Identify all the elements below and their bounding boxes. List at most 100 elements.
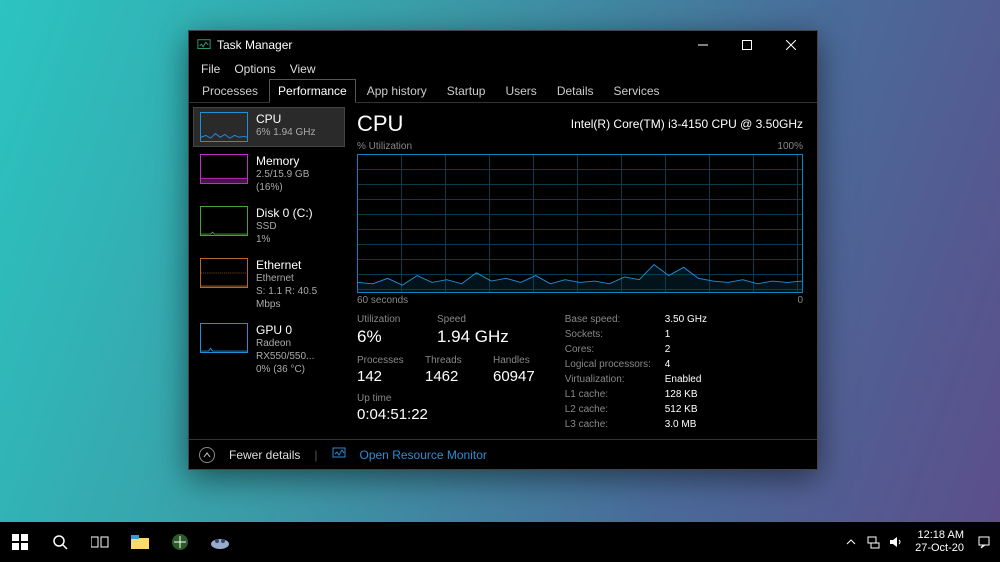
k-l2: L2 cache: xyxy=(565,404,665,416)
tab-bar: Processes Performance App history Startu… xyxy=(189,79,817,103)
k-base-speed: Base speed: xyxy=(565,314,665,326)
sidebar-ethernet-title: Ethernet xyxy=(256,258,338,272)
sidebar-ethernet-sub1: Ethernet xyxy=(256,272,338,285)
perf-main-panel: CPU Intel(R) Core(TM) i3-4150 CPU @ 3.50… xyxy=(349,103,817,439)
fewer-details-link[interactable]: Fewer details xyxy=(229,448,300,462)
sidebar-ethernet-sub2: S: 1.1 R: 40.5 Mbps xyxy=(256,285,338,311)
tab-details[interactable]: Details xyxy=(548,79,603,102)
sidebar-memory-sub: 2.5/15.9 GB (16%) xyxy=(256,168,338,194)
sidebar-item-disk[interactable]: Disk 0 (C:) SSD 1% xyxy=(193,201,345,251)
tab-processes[interactable]: Processes xyxy=(193,79,267,102)
stats-left: Utilization Speed 6% 1.94 GHz Processes … xyxy=(357,314,535,431)
label-handles: Handles xyxy=(493,355,530,366)
perf-sidebar: CPU 6% 1.94 GHz Memory 2.5/15.9 GB (16%) xyxy=(189,103,349,439)
maximize-button[interactable] xyxy=(725,31,769,59)
v-base-speed: 3.50 GHz xyxy=(665,314,707,326)
label-threads: Threads xyxy=(425,355,473,366)
window-title: Task Manager xyxy=(217,38,681,52)
tab-services[interactable]: Services xyxy=(605,79,669,102)
notifications-icon[interactable] xyxy=(976,534,992,550)
tray-overflow-icon[interactable] xyxy=(843,534,859,550)
sidebar-disk-title: Disk 0 (C:) xyxy=(256,206,313,220)
sidebar-gpu-title: GPU 0 xyxy=(256,323,338,337)
taskbar: 12:18 AM 27-Oct-20 xyxy=(0,522,1000,562)
tab-startup[interactable]: Startup xyxy=(438,79,495,102)
close-button[interactable] xyxy=(769,31,813,59)
file-explorer-button[interactable] xyxy=(120,522,160,562)
tab-users[interactable]: Users xyxy=(496,79,545,102)
sidebar-disk-sub2: 1% xyxy=(256,233,313,246)
k-virt: Virtualization: xyxy=(565,374,665,386)
sidebar-item-gpu[interactable]: GPU 0 Radeon RX550/550... 0% (36 °C) xyxy=(193,318,345,381)
value-speed: 1.94 GHz xyxy=(437,327,509,347)
gpu-mini-graph xyxy=(200,323,248,353)
menu-bar: File Options View xyxy=(189,59,817,79)
label-speed: Speed xyxy=(437,314,466,325)
resource-monitor-icon[interactable] xyxy=(332,446,346,463)
axis-top-right: 100% xyxy=(777,141,803,152)
ethernet-mini-graph xyxy=(200,258,248,288)
v-l2: 512 KB xyxy=(665,404,707,416)
axis-top-left: % Utilization xyxy=(357,141,412,152)
disk-mini-graph xyxy=(200,206,248,236)
menu-view[interactable]: View xyxy=(284,60,322,78)
sidebar-memory-title: Memory xyxy=(256,154,338,168)
open-resource-monitor-link[interactable]: Open Resource Monitor xyxy=(360,448,487,462)
cpu-utilization-graph[interactable] xyxy=(357,154,803,293)
start-button[interactable] xyxy=(0,522,40,562)
v-l1: 128 KB xyxy=(665,389,707,401)
app-button-1[interactable] xyxy=(160,522,200,562)
value-utilization: 6% xyxy=(357,327,417,347)
menu-options[interactable]: Options xyxy=(228,60,281,78)
label-processes: Processes xyxy=(357,355,405,366)
main-heading: CPU xyxy=(357,111,403,137)
window-footer: Fewer details | Open Resource Monitor xyxy=(189,439,817,469)
app-button-2[interactable] xyxy=(200,522,240,562)
minimize-button[interactable] xyxy=(681,31,725,59)
separator: | xyxy=(314,448,317,462)
value-threads: 1462 xyxy=(425,368,473,385)
sidebar-gpu-sub2: 0% (36 °C) xyxy=(256,363,338,376)
chevron-up-icon[interactable] xyxy=(199,447,215,463)
app-icon xyxy=(197,38,211,52)
taskbar-date: 27-Oct-20 xyxy=(915,542,964,555)
stats-right: Base speed:3.50 GHz Sockets:1 Cores:2 Lo… xyxy=(565,314,707,431)
sidebar-item-ethernet[interactable]: Ethernet Ethernet S: 1.1 R: 40.5 Mbps xyxy=(193,253,345,316)
sidebar-cpu-title: CPU xyxy=(256,112,315,126)
axis-bottom-right: 0 xyxy=(797,295,803,306)
label-uptime: Up time xyxy=(357,393,391,404)
value-processes: 142 xyxy=(357,368,405,385)
cpu-model-name: Intel(R) Core(TM) i3-4150 CPU @ 3.50GHz xyxy=(571,117,803,131)
taskbar-time: 12:18 AM xyxy=(915,529,964,542)
k-cores: Cores: xyxy=(565,344,665,356)
v-sockets: 1 xyxy=(665,329,707,341)
sidebar-item-memory[interactable]: Memory 2.5/15.9 GB (16%) xyxy=(193,149,345,199)
sidebar-item-cpu[interactable]: CPU 6% 1.94 GHz xyxy=(193,107,345,147)
label-utilization: Utilization xyxy=(357,314,417,325)
v-virt: Enabled xyxy=(665,374,707,386)
taskbar-clock[interactable]: 12:18 AM 27-Oct-20 xyxy=(915,529,964,555)
k-logical: Logical processors: xyxy=(565,359,665,371)
volume-icon[interactable] xyxy=(887,534,903,550)
value-uptime: 0:04:51:22 xyxy=(357,406,428,423)
titlebar[interactable]: Task Manager xyxy=(189,31,817,59)
sidebar-disk-sub1: SSD xyxy=(256,220,313,233)
search-button[interactable] xyxy=(40,522,80,562)
tab-performance[interactable]: Performance xyxy=(269,79,356,103)
v-l3: 3.0 MB xyxy=(665,419,707,431)
axis-bottom-left: 60 seconds xyxy=(357,295,408,306)
memory-mini-graph xyxy=(200,154,248,184)
task-view-button[interactable] xyxy=(80,522,120,562)
v-cores: 2 xyxy=(665,344,707,356)
k-sockets: Sockets: xyxy=(565,329,665,341)
cpu-mini-graph xyxy=(200,112,248,142)
sidebar-cpu-sub: 6% 1.94 GHz xyxy=(256,126,315,139)
value-handles: 60947 xyxy=(493,368,535,385)
menu-file[interactable]: File xyxy=(195,60,226,78)
k-l3: L3 cache: xyxy=(565,419,665,431)
tab-app-history[interactable]: App history xyxy=(358,79,436,102)
v-logical: 4 xyxy=(665,359,707,371)
network-icon[interactable] xyxy=(865,534,881,550)
k-l1: L1 cache: xyxy=(565,389,665,401)
task-manager-window: Task Manager File Options View Processes… xyxy=(188,30,818,470)
